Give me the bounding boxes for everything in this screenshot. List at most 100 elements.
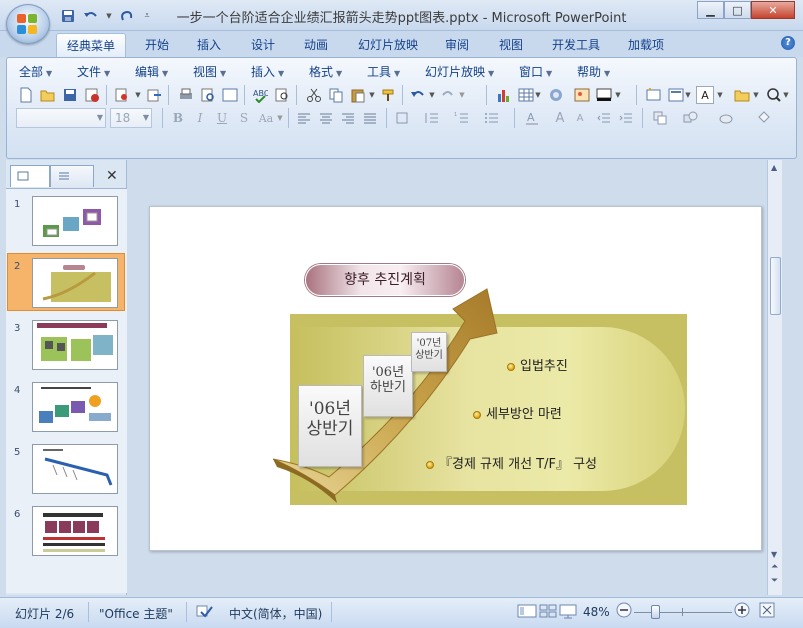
tab-design[interactable]: 设计	[243, 33, 283, 57]
menu-file[interactable]: 文件 ▼	[77, 63, 110, 80]
chevron-down-icon[interactable]: ▼	[458, 85, 466, 105]
insert-table-icon[interactable]	[516, 85, 536, 105]
slide-layout-icon[interactable]	[220, 85, 240, 105]
undo-dropdown-icon[interactable]: ▼	[104, 6, 114, 26]
tab-developer[interactable]: 开发工具	[544, 33, 608, 57]
bold-icon[interactable]: B	[168, 108, 188, 128]
fill-bucket-icon[interactable]	[754, 108, 774, 128]
chevron-down-icon[interactable]: ▼	[752, 85, 760, 105]
tab-classic-menu[interactable]: 经典菜单	[56, 33, 126, 57]
tab-view[interactable]: 视图	[491, 33, 531, 57]
language-indicator[interactable]: 中文(简体，中国)	[229, 605, 322, 622]
research-icon[interactable]	[272, 85, 292, 105]
chevron-down-icon[interactable]: ▼	[428, 85, 436, 105]
tab-slides[interactable]	[10, 165, 50, 187]
line-spacing-icon[interactable]	[422, 108, 442, 128]
textbox-icon[interactable]: A	[696, 86, 714, 104]
shape-effects-icon[interactable]	[716, 108, 736, 128]
italic-icon[interactable]: I	[190, 108, 210, 128]
chevron-down-icon[interactable]: ▼	[716, 85, 724, 105]
folder-icon[interactable]	[732, 85, 752, 105]
tab-addins[interactable]: 加载项	[620, 33, 672, 57]
tab-outline[interactable]	[50, 165, 94, 187]
grow-font-icon[interactable]: A	[550, 108, 570, 128]
slide-thumb-5[interactable]	[32, 444, 118, 494]
numbering-icon[interactable]: 1	[452, 108, 472, 128]
insert-chart-icon[interactable]	[494, 85, 514, 105]
zoom-in-icon[interactable]	[734, 602, 750, 621]
underline-icon[interactable]: U	[212, 108, 232, 128]
align-right-icon[interactable]	[338, 108, 358, 128]
slide-color-icon[interactable]	[594, 85, 614, 105]
tab-animation[interactable]: 动画	[296, 33, 336, 57]
font-color-icon[interactable]: A	[522, 108, 542, 128]
vertical-scrollbar[interactable]: ▲ ▼ ⏶ ⏷	[767, 160, 782, 595]
chevron-down-icon[interactable]: ▼	[134, 85, 142, 105]
cut-icon[interactable]	[304, 85, 324, 105]
slide-canvas[interactable]: 향후 추진계획 입법추진 세부방안 마련 『경제 규제 개선 T/F』 구성 '…	[149, 206, 762, 551]
menu-window[interactable]: 窗口 ▼	[519, 63, 552, 80]
menu-slideshow[interactable]: 幻灯片放映 ▼	[425, 63, 494, 80]
slide-thumb-4[interactable]	[32, 382, 118, 432]
new-slide-icon[interactable]	[644, 85, 664, 105]
chevron-down-icon[interactable]: ▼	[534, 85, 542, 105]
align-left-icon[interactable]	[294, 108, 314, 128]
menu-insert[interactable]: 插入 ▼	[251, 63, 284, 80]
open-folder-icon[interactable]	[38, 85, 58, 105]
fit-to-window-icon[interactable]	[759, 602, 775, 621]
shrink-font-icon[interactable]: A	[570, 108, 590, 128]
undo-icon[interactable]	[408, 85, 428, 105]
permission-icon[interactable]	[82, 85, 102, 105]
menu-all[interactable]: 全部 ▼	[19, 63, 52, 80]
chevron-down-icon[interactable]: ▼	[614, 85, 622, 105]
export-icon[interactable]	[144, 85, 164, 105]
bullets-icon[interactable]	[482, 108, 502, 128]
chevron-down-icon[interactable]: ▼	[368, 85, 376, 105]
previous-slide-icon[interactable]: ⏶	[771, 562, 778, 572]
chevron-down-icon[interactable]: ▼	[276, 108, 284, 128]
new-document-icon[interactable]	[16, 85, 36, 105]
slide-thumb-1[interactable]	[32, 196, 118, 246]
arrange-icon[interactable]	[650, 108, 670, 128]
menu-view[interactable]: 视图 ▼	[193, 63, 226, 80]
redo-icon[interactable]	[438, 85, 458, 105]
zoom-slider-track[interactable]	[634, 612, 732, 613]
menu-edit[interactable]: 编辑 ▼	[135, 63, 168, 80]
spelling-check-icon[interactable]	[196, 603, 214, 622]
increase-indent-icon[interactable]	[616, 108, 636, 128]
chevron-down-icon[interactable]: ▼	[684, 85, 692, 105]
scroll-down-icon[interactable]: ▼	[771, 550, 777, 559]
decrease-indent-icon[interactable]	[594, 108, 614, 128]
slide-thumb-3[interactable]	[32, 320, 118, 370]
change-case-icon[interactable]: Aa	[256, 108, 276, 128]
paste-icon[interactable]	[348, 85, 368, 105]
scroll-up-icon[interactable]: ▲	[771, 163, 777, 172]
shapes-icon[interactable]	[680, 108, 700, 128]
spelling-icon[interactable]: ABC	[250, 85, 270, 105]
close-panel-icon[interactable]: ✕	[106, 168, 118, 184]
insert-picture-icon[interactable]	[572, 85, 592, 105]
justify-icon[interactable]	[360, 108, 380, 128]
font-size-combo[interactable]: 18 ▼	[110, 108, 152, 128]
office-button[interactable]	[6, 4, 50, 44]
format-painter-icon[interactable]	[378, 85, 398, 105]
layout-icon[interactable]	[666, 85, 686, 105]
help-icon[interactable]: ?	[781, 36, 795, 50]
redo-icon[interactable]	[117, 6, 137, 26]
menu-format[interactable]: 格式 ▼	[309, 63, 342, 80]
shadow-icon[interactable]: S	[234, 108, 254, 128]
signature-icon[interactable]	[112, 85, 132, 105]
copy-icon[interactable]	[326, 85, 346, 105]
text-direction-icon[interactable]	[392, 108, 412, 128]
slide-thumb-2[interactable]	[32, 258, 118, 308]
step-box-1[interactable]: '06년 상반기	[298, 385, 362, 467]
zoom-level[interactable]: 48%	[583, 605, 610, 619]
menu-tools[interactable]: 工具 ▼	[367, 63, 400, 80]
tab-review[interactable]: 审阅	[437, 33, 477, 57]
zoom-slider-thumb[interactable]	[651, 605, 660, 619]
align-center-icon[interactable]	[316, 108, 336, 128]
customize-qat-icon[interactable]: ⩡	[140, 6, 154, 26]
slide-sorter-icon[interactable]	[538, 603, 558, 622]
tab-slideshow[interactable]: 幻灯片放映	[350, 33, 426, 57]
close-button[interactable]: ✕	[751, 1, 795, 19]
